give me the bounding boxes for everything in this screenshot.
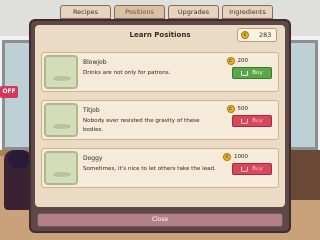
- dialog-content: Learn Positions c 283 Blowjob Drinks are…: [35, 25, 285, 207]
- buy-label: Buy: [252, 166, 263, 172]
- position-thumbnail: [44, 55, 78, 89]
- tab-ingredients[interactable]: Ingredients: [222, 5, 273, 19]
- buy-label: Buy: [252, 118, 263, 124]
- price: c 500: [226, 105, 249, 113]
- price: c 1000: [223, 153, 248, 161]
- tab-positions[interactable]: Positions: [114, 5, 165, 19]
- tab-upgrades[interactable]: Upgrades: [168, 5, 219, 19]
- learn-positions-dialog: Learn Positions c 283 Blowjob Drinks are…: [29, 19, 291, 233]
- position-name: Doggy: [83, 155, 103, 162]
- money-value: 283: [259, 31, 272, 39]
- position-description: Nobody ever resisted the gravity of thes…: [83, 118, 200, 133]
- coin-icon: c: [241, 31, 249, 39]
- position-item-doggy: Doggy Sometimes, it's nice to let others…: [41, 148, 279, 188]
- coin-icon: c: [226, 105, 235, 113]
- money-display: c 283: [237, 28, 277, 42]
- position-name: Blowjob: [83, 59, 107, 66]
- tab-bar: Recipes Positions Upgrades Ingredients: [60, 5, 273, 19]
- buy-button[interactable]: Buy: [232, 67, 272, 79]
- tab-recipes[interactable]: Recipes: [60, 5, 111, 19]
- cart-icon: [241, 70, 249, 76]
- close-button[interactable]: Close: [37, 213, 283, 227]
- price-value: 1000: [234, 154, 248, 160]
- buy-button[interactable]: Buy: [232, 115, 272, 127]
- buy-button[interactable]: Buy: [232, 163, 272, 175]
- position-thumbnail: [44, 151, 78, 185]
- coin-icon: c: [223, 153, 231, 161]
- position-item-blowjob: Blowjob Drinks are not only for patrons.…: [41, 52, 279, 92]
- position-thumbnail: [44, 103, 78, 137]
- price: c 200: [226, 57, 249, 65]
- dialog-header: Learn Positions c 283: [35, 25, 285, 47]
- character-hair: [8, 150, 30, 168]
- price-value: 500: [237, 106, 249, 112]
- position-description: Sometimes, it's nice to let others take …: [83, 166, 216, 172]
- buy-label: Buy: [252, 70, 263, 76]
- sale-sign: OFF: [0, 86, 18, 98]
- position-item-titjob: Titjob Nobody ever resisted the gravity …: [41, 100, 279, 140]
- position-name: Titjob: [83, 107, 100, 114]
- cart-icon: [241, 166, 249, 172]
- cart-icon: [241, 118, 249, 124]
- position-description: Drinks are not only for patrons.: [83, 70, 171, 76]
- bar-counter: [290, 150, 320, 200]
- price-value: 200: [237, 58, 249, 64]
- coin-icon: c: [226, 57, 235, 65]
